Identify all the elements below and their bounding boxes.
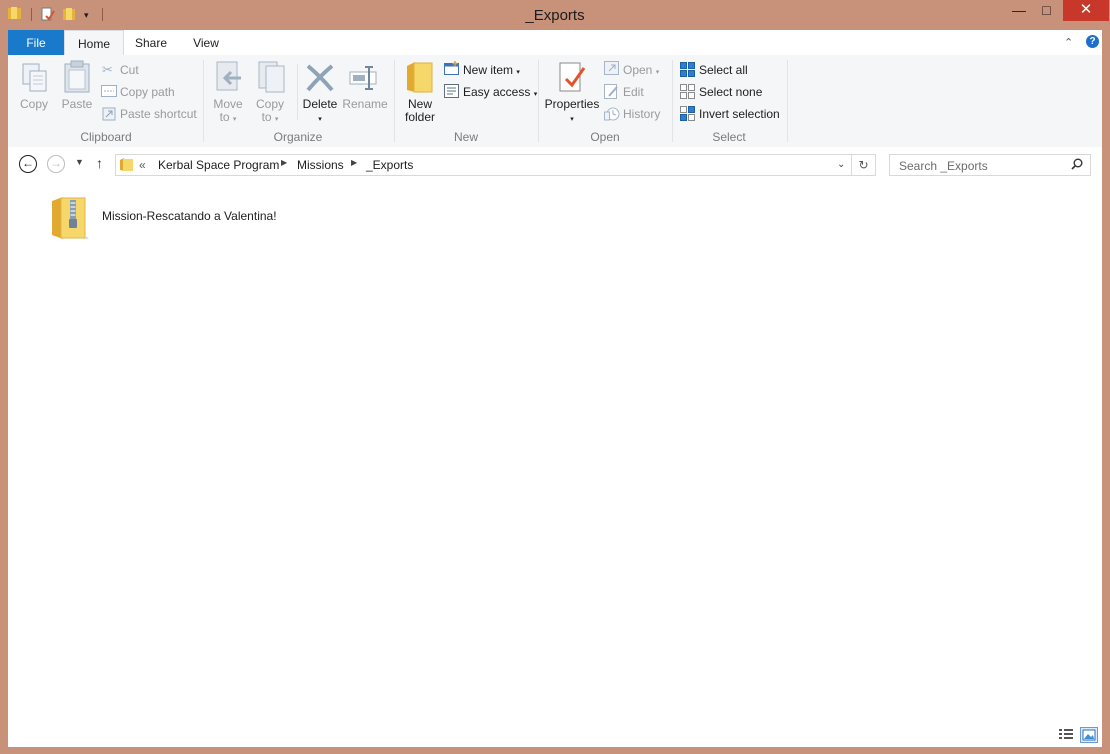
paste-shortcut-icon — [102, 107, 116, 121]
breadcrumb-chevron-icon[interactable]: ▶ — [351, 158, 357, 167]
group-separator — [672, 60, 673, 142]
file-name[interactable]: Mission-Rescatando a Valentina! — [102, 209, 277, 223]
collapse-ribbon-icon[interactable]: ⌃ — [1064, 36, 1073, 49]
scissors-icon: ✂ — [102, 62, 113, 77]
select-none-icon — [680, 84, 695, 99]
open-button[interactable]: Open ▾ — [623, 63, 659, 77]
paste-icon — [64, 60, 90, 93]
breadcrumb-kerbal-space-program[interactable]: Kerbal Space Program — [158, 158, 279, 172]
select-all-icon — [680, 62, 695, 77]
back-arrow-icon[interactable]: ← — [19, 155, 37, 173]
breadcrumb-exports[interactable]: _Exports — [366, 158, 413, 172]
cut-button[interactable]: Cut — [120, 63, 139, 77]
properties-button[interactable]: Properties ▾ — [543, 98, 601, 126]
delete-x-icon — [306, 64, 334, 92]
paste-shortcut-button[interactable]: Paste shortcut — [120, 107, 197, 121]
delete-button[interactable]: Delete ▾ — [299, 98, 341, 126]
rename-button[interactable]: Rename — [342, 98, 388, 111]
move-to-button[interactable]: Move to ▾ — [208, 98, 248, 126]
copy-button[interactable]: Copy — [14, 98, 54, 111]
group-separator — [394, 60, 395, 142]
tab-share[interactable]: Share — [124, 30, 178, 55]
up-arrow-icon[interactable]: ↑ — [96, 155, 103, 171]
new-folder-button[interactable]: New folder — [398, 98, 442, 124]
copy-to-icon — [258, 61, 285, 93]
history-button[interactable]: History — [623, 107, 660, 121]
easy-access-icon — [444, 84, 459, 98]
maximize-button[interactable]: □ — [1033, 0, 1060, 21]
search-input[interactable] — [897, 156, 1071, 176]
copy-path-button[interactable]: Copy path — [120, 85, 175, 99]
edit-button[interactable]: Edit — [623, 85, 644, 99]
window-title: _Exports — [525, 7, 585, 24]
copy-icon — [22, 63, 47, 92]
clipboard-group-label: Clipboard — [80, 130, 132, 144]
close-button[interactable]: ✕ — [1063, 0, 1109, 21]
minimize-button[interactable]: — — [1005, 0, 1033, 21]
copy-path-icon — [101, 85, 117, 97]
breadcrumb-missions[interactable]: Missions — [297, 158, 344, 172]
group-separator — [787, 60, 788, 142]
move-to-icon — [216, 61, 241, 91]
breadcrumb-chevron-icon[interactable]: ▶ — [281, 158, 287, 167]
tab-view[interactable]: View — [180, 30, 232, 55]
new-item-button[interactable]: New item ▾ — [463, 63, 520, 77]
organize-group-label: Organize — [273, 130, 323, 144]
open-group-label: Open — [590, 130, 620, 144]
organize-separator — [297, 64, 298, 120]
help-icon[interactable]: ? — [1086, 35, 1099, 48]
tab-home[interactable]: Home — [64, 30, 124, 56]
new-group-label: New — [453, 130, 478, 144]
address-history-chevron-icon[interactable]: ⌄ — [837, 159, 845, 170]
search-box[interactable] — [889, 154, 1091, 176]
select-all-button[interactable]: Select all — [699, 63, 748, 77]
group-separator — [538, 60, 539, 142]
tab-file[interactable]: File — [8, 30, 64, 55]
refresh-icon[interactable]: ↻ — [852, 154, 876, 176]
new-folder-icon — [407, 62, 433, 93]
zip-folder-icon — [52, 197, 89, 239]
copy-to-button[interactable]: Copy to ▾ — [250, 98, 290, 126]
edit-icon — [604, 84, 618, 99]
open-icon — [604, 61, 619, 75]
select-group-label: Select — [712, 130, 746, 144]
search-icon[interactable] — [1071, 158, 1083, 170]
rename-icon — [349, 66, 377, 90]
properties-icon — [559, 62, 586, 92]
folder-icon — [120, 158, 133, 171]
paste-button[interactable]: Paste — [57, 98, 97, 111]
history-icon — [604, 107, 620, 121]
invert-selection-button[interactable]: Invert selection — [699, 107, 780, 121]
details-view-icon[interactable] — [1058, 727, 1074, 741]
forward-arrow-icon[interactable]: → — [47, 155, 65, 173]
invert-selection-icon — [680, 106, 695, 121]
new-item-icon — [444, 61, 459, 75]
large-icons-view-icon[interactable] — [1080, 727, 1098, 743]
recent-locations-dropdown[interactable]: ▼ — [75, 157, 84, 167]
breadcrumb-overflow[interactable]: « — [139, 158, 146, 172]
select-none-button[interactable]: Select none — [699, 85, 762, 99]
file-list-pane[interactable] — [8, 185, 1102, 747]
easy-access-button[interactable]: Easy access ▾ — [463, 85, 537, 99]
